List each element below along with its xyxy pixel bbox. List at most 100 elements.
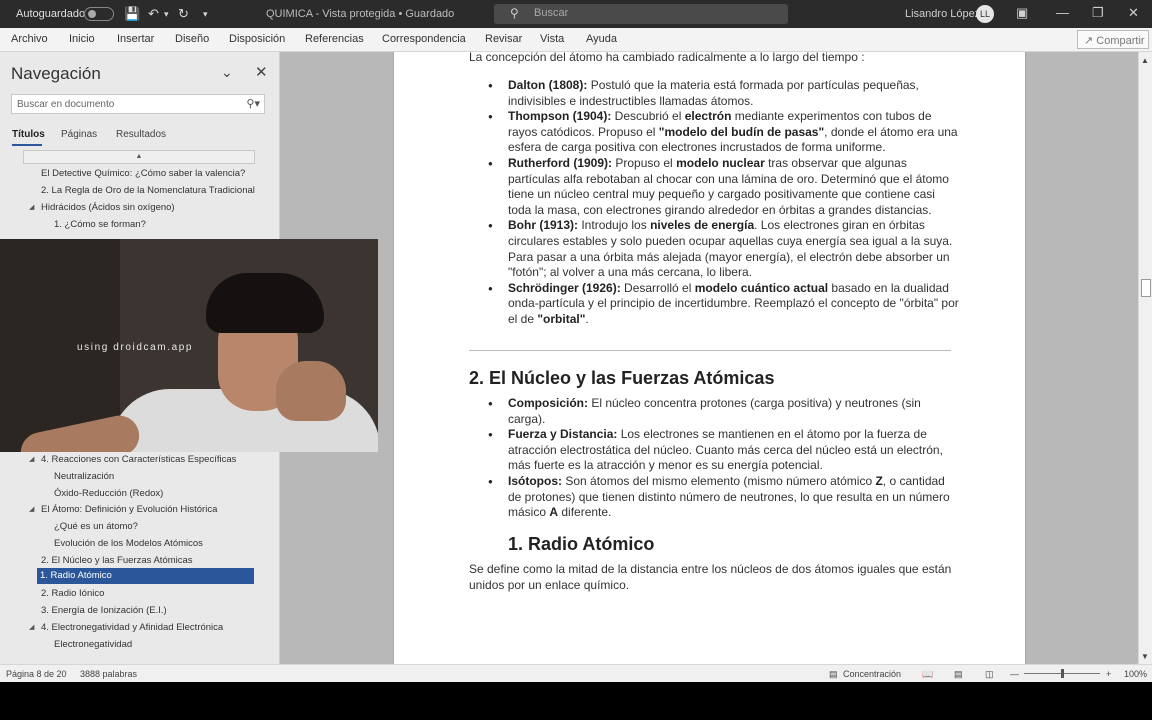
user-name[interactable]: Lisandro López (905, 8, 980, 20)
item-lead: Composición: (508, 396, 588, 410)
status-bar: Página 8 de 20 3888 palabras ▤ Concentra… (0, 664, 1152, 682)
list-item: Composición: El núcleo concentra protone… (469, 396, 959, 427)
heading-item[interactable]: El Átomo: Definición y Evolución Históri… (41, 502, 217, 518)
heading-item[interactable]: 2. Radio Iónico (41, 586, 104, 602)
tab-archivo[interactable]: Archivo (11, 33, 48, 45)
heading-item-selected[interactable]: 1. Radio Atómico (37, 568, 254, 584)
model-text: Desarrolló el (620, 280, 695, 295)
print-layout-icon[interactable]: ▤ (954, 669, 963, 680)
navigation-title: Navegación (11, 64, 101, 83)
tab-diseno[interactable]: Diseño (175, 33, 209, 45)
save-icon[interactable]: 💾 (124, 6, 140, 22)
model-bold: "modelo del budín de pasas" (658, 124, 825, 139)
ribbon-display-icon[interactable]: ▣ (1016, 5, 1028, 21)
page-count[interactable]: Página 8 de 20 (6, 669, 67, 679)
document-page[interactable]: La concepción del átomo ha cambiado radi… (393, 52, 1026, 664)
tab-insertar[interactable]: Insertar (117, 33, 154, 45)
model-name: Bohr (1913): (508, 218, 579, 233)
model-name: Schrödinger (1926): (508, 280, 621, 295)
collapse-icon[interactable]: ◢ (29, 505, 34, 513)
search-icon[interactable]: ⚲▾ (246, 97, 260, 110)
tab-vista[interactable]: Vista (540, 33, 564, 45)
scroll-up-button[interactable]: ▲ (23, 150, 255, 164)
close-icon[interactable]: ✕ (255, 63, 268, 81)
minimize-icon[interactable]: — (1056, 5, 1069, 20)
redo-icon[interactable]: ↻ (178, 6, 189, 22)
model-name: Dalton (1808): (508, 78, 588, 92)
list-item: Schrödinger (1926): Desarrolló el modelo… (469, 281, 959, 328)
heading-item[interactable]: Neutralización (54, 469, 114, 485)
collapse-icon[interactable]: ◢ (29, 623, 34, 631)
document-title[interactable]: QUIMICA - Vista protegida • Guardado (266, 8, 454, 20)
heading-item[interactable]: Hidrácidos (Ácidos sin oxígeno) (41, 200, 175, 216)
list-item: Fuerza y Distancia: Los electrones se ma… (469, 427, 959, 474)
heading-item[interactable]: ¿Qué es un átomo? (54, 519, 138, 535)
heading-item[interactable]: 4. Electronegatividad y Afinidad Electró… (41, 620, 223, 636)
heading-item[interactable]: 3. Energía de Ionización (E.I.) (41, 603, 167, 619)
heading-item[interactable]: Electronegatividad (54, 637, 132, 653)
tab-paginas[interactable]: Páginas (61, 129, 97, 140)
heading-item[interactable]: 2. El Núcleo y las Fuerzas Atómicas (41, 553, 193, 569)
person-hand (276, 361, 346, 421)
heading-item[interactable]: 4. Reacciones con Características Especí… (41, 452, 236, 468)
title-search-box[interactable]: ⚲ Buscar (494, 4, 788, 24)
model-name: Thompson (1904): (508, 109, 612, 124)
heading-item[interactable]: Óxido-Reducción (Redox) (54, 486, 163, 502)
avatar[interactable]: LL (976, 5, 994, 23)
model-text: Descubrió el (611, 109, 685, 124)
collapse-icon[interactable]: ◢ (29, 455, 34, 463)
vertical-scrollbar[interactable]: ▲ ▼ (1138, 52, 1152, 664)
tab-disposicion[interactable]: Disposición (229, 33, 285, 45)
heading-item[interactable]: 1. ¿Cómo se forman? (54, 217, 146, 233)
tab-titulos[interactable]: Títulos (12, 129, 45, 146)
read-mode-icon[interactable]: 📖 (922, 669, 933, 680)
ribbon-tabs: Archivo Inicio Insertar Diseño Disposici… (0, 28, 1152, 52)
customize-toolbar-icon[interactable]: ▾ (203, 6, 208, 22)
zoom-out-icon[interactable]: — (1010, 669, 1019, 679)
model-bold: modelo cuántico actual (694, 280, 829, 295)
item-text: diferente. (558, 505, 612, 520)
share-button[interactable]: ↗ Compartir (1077, 30, 1149, 49)
undo-dropdown-icon[interactable]: ▾ (164, 6, 169, 22)
zoom-in-icon[interactable]: + (1106, 669, 1111, 679)
tab-revisar[interactable]: Revisar (485, 33, 522, 45)
tab-correspondencia[interactable]: Correspondencia (382, 33, 466, 45)
zoom-slider-handle[interactable] (1061, 669, 1064, 678)
collapse-icon[interactable]: ◢ (29, 203, 34, 211)
chevron-down-icon[interactable]: ⌄ (221, 64, 233, 81)
list-item: Dalton (1808): Postuló que la materia es… (469, 78, 959, 109)
focus-icon[interactable]: ▤ (829, 669, 838, 680)
tab-resultados[interactable]: Resultados (116, 129, 166, 140)
search-icon: ⚲ (510, 6, 519, 20)
tab-inicio[interactable]: Inicio (69, 33, 95, 45)
web-layout-icon[interactable]: ◫ (985, 669, 994, 680)
model-name: Rutherford (1909): (508, 155, 613, 170)
model-text: . (585, 311, 589, 326)
list-item: Bohr (1913): Introdujo los niveles de en… (469, 218, 959, 280)
heading-item[interactable]: Evolución de los Modelos Atómicos (54, 536, 203, 552)
radio-definition: Se define como la mitad de la distancia … (469, 562, 952, 592)
nucleus-list: Composición: El núcleo concentra protone… (469, 396, 959, 521)
zoom-level[interactable]: 100% (1124, 669, 1147, 679)
heading-item[interactable]: 2. La Regla de Oro de la Nomenclatura Tr… (41, 183, 255, 199)
close-window-icon[interactable]: ✕ (1128, 5, 1139, 21)
webcam-overlay: using droidcam.app (0, 239, 378, 452)
intro-paragraph: La concepción del átomo ha cambiado radi… (469, 52, 865, 64)
autosave-toggle[interactable] (84, 7, 114, 21)
scroll-down-icon[interactable]: ▼ (1141, 652, 1149, 661)
model-text: Introdujo los (578, 218, 651, 233)
nav-search-placeholder: Buscar en documento (17, 99, 115, 110)
item-lead: Fuerza y Distancia: (508, 427, 618, 442)
word-count[interactable]: 3888 palabras (80, 669, 137, 679)
restore-icon[interactable]: ❐ (1092, 5, 1104, 21)
nav-search-input[interactable]: Buscar en documento ⚲▾ (11, 94, 265, 114)
screen-border (0, 682, 1152, 720)
focus-mode[interactable]: Concentración (843, 669, 901, 679)
heading-item[interactable]: El Detective Químico: ¿Cómo saber la val… (41, 166, 245, 182)
scrollbar-thumb[interactable] (1141, 279, 1151, 297)
tab-referencias[interactable]: Referencias (305, 33, 364, 45)
person-hair (206, 273, 324, 333)
undo-icon[interactable]: ↶ (148, 6, 159, 22)
scroll-up-icon[interactable]: ▲ (1141, 56, 1149, 65)
tab-ayuda[interactable]: Ayuda (586, 33, 617, 45)
